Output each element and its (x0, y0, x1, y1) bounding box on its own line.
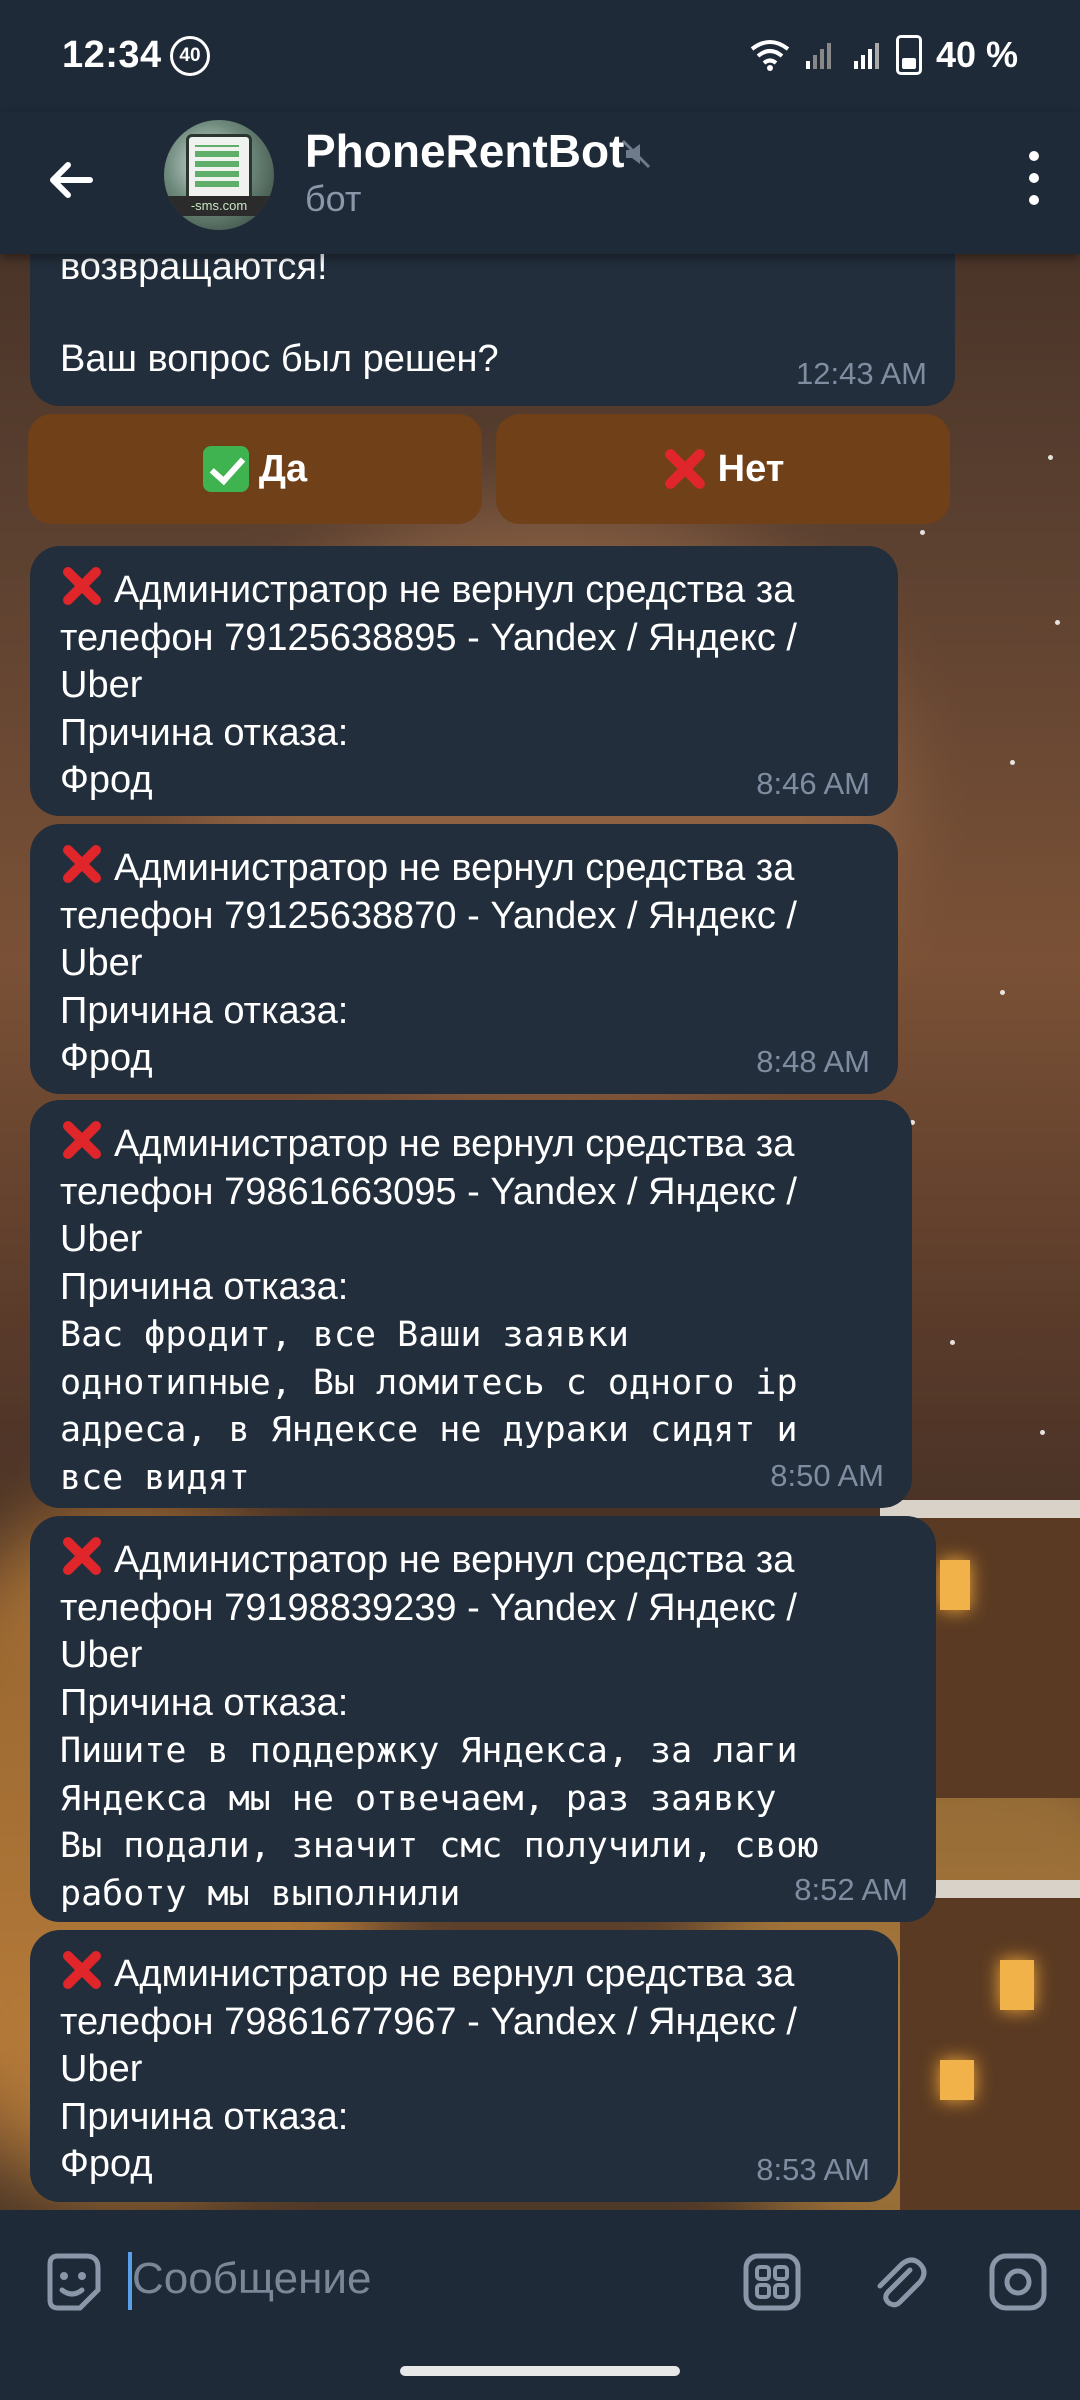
bot-menu-icon[interactable] (740, 2250, 804, 2314)
chat-subtitle: бот (305, 178, 362, 219)
no-button[interactable]: Нет (496, 414, 950, 524)
message-input[interactable]: Сообщение (132, 2254, 371, 2304)
red-x-icon (63, 845, 101, 883)
red-x-icon (664, 449, 705, 489)
no-button-label: Нет (717, 447, 785, 490)
camera-icon[interactable] (986, 2250, 1050, 2314)
reason-text: Пишите в поддержку Яндекса, за лаги Янде… (60, 1731, 819, 1914)
red-x-icon (63, 1537, 101, 1575)
message-input-bar: Сообщение (0, 2210, 1080, 2400)
signal-icon (853, 43, 879, 69)
attach-icon[interactable] (866, 2250, 930, 2314)
bot-avatar[interactable]: -sms.com (164, 120, 274, 230)
message-bubble: Администратор не вернул средства за теле… (30, 824, 898, 1094)
red-x-icon (63, 1951, 101, 1989)
message-text: Администратор не вернул средства за теле… (60, 1948, 797, 2189)
muted-icon (621, 139, 651, 169)
back-arrow-icon[interactable] (42, 150, 102, 210)
reason-text: Вас фродит, все Ваши заявки однотипные, … (60, 1315, 798, 1498)
message-text: Администратор не вернул средства за теле… (60, 1118, 798, 1501)
yes-button-label: Да (258, 447, 308, 490)
status-bar: 12:34 40 40 % (0, 0, 1080, 112)
message-bubble: Администратор не вернул средства за теле… (30, 1930, 898, 2202)
message-bubble: Администратор не вернул средства за теле… (30, 1100, 912, 1508)
message-time: 8:50 AM (770, 1458, 884, 1493)
message-time: 8:46 AM (756, 766, 870, 801)
chat-title[interactable]: PhoneRentBot (305, 124, 624, 178)
chat-header: -sms.com PhoneRentBot бот (0, 112, 1080, 254)
check-icon (202, 446, 249, 492)
message-text: Администратор не вернул средства за теле… (60, 1534, 819, 1917)
gesture-home-bar[interactable] (400, 2366, 680, 2376)
battery-percent: 40 % (935, 34, 1018, 75)
wifi-icon (750, 40, 790, 71)
message-time: 8:52 AM (794, 1872, 908, 1907)
message-bubble: Администратор не вернул средства за теле… (30, 546, 898, 816)
message-time: 8:53 AM (756, 2152, 870, 2187)
yes-button[interactable]: Да (28, 414, 482, 524)
message-text: Администратор не вернул средства за теле… (60, 842, 797, 1083)
emoji-sticker-icon[interactable] (40, 2250, 104, 2314)
notification-badge: 40 (170, 36, 210, 76)
signal-no-service-icon (805, 43, 831, 69)
message-bubble: Администратор не вернул средства за теле… (30, 1516, 936, 1922)
red-x-icon (63, 1121, 101, 1159)
more-options-icon[interactable] (1028, 148, 1040, 208)
red-x-icon (63, 567, 101, 605)
message-time: 8:48 AM (756, 1044, 870, 1079)
status-icons: 40 % (750, 34, 1018, 76)
message-time: 12:43 AM (796, 356, 927, 391)
status-time: 12:34 (62, 34, 162, 76)
battery-icon (895, 35, 922, 75)
message-text: возвращаются! Ваш вопрос был решен? (60, 246, 499, 380)
message-text: Администратор не вернул средства за теле… (60, 564, 797, 805)
